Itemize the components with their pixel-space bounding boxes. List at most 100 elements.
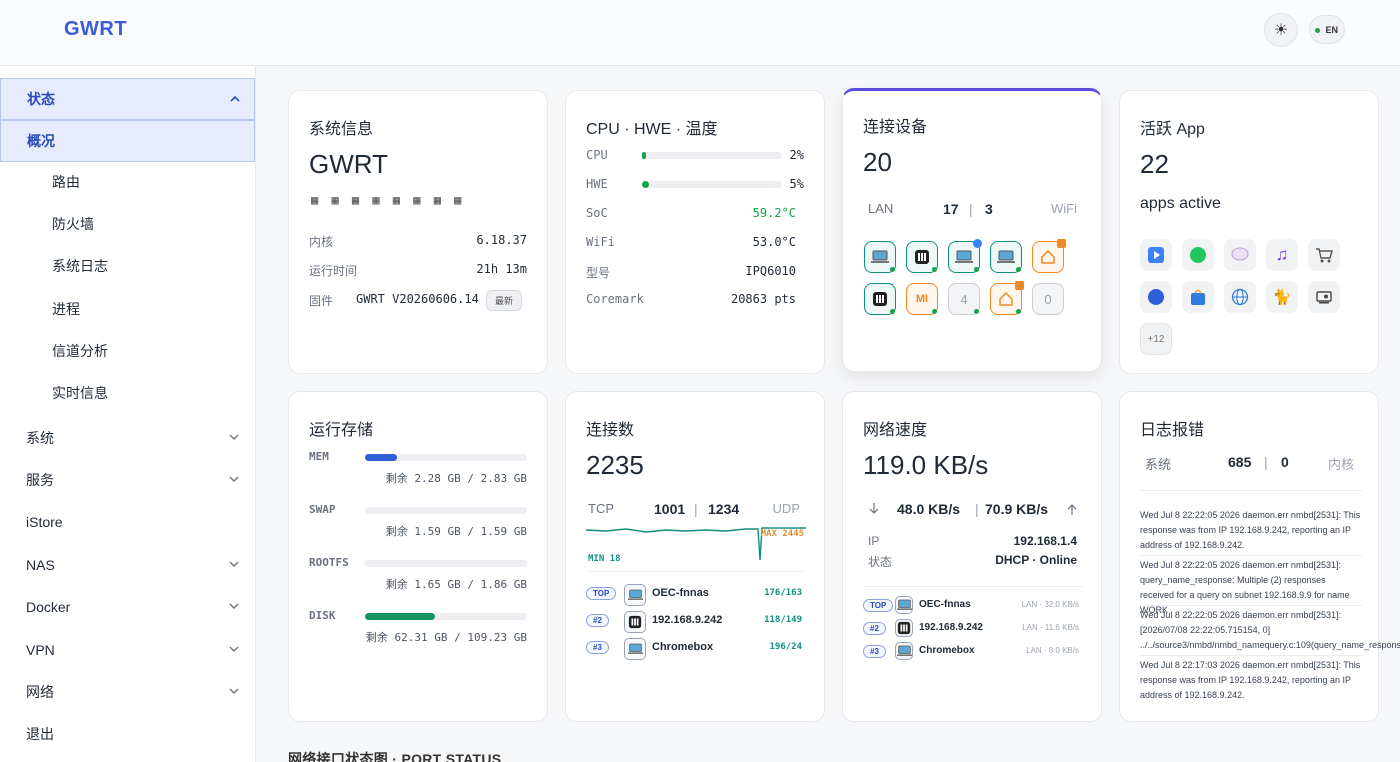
device-mi-icon[interactable]: MI xyxy=(906,283,938,315)
hostname-subtitle: ▦ ▦ ▦ ▦ ▦ ▦ ▦ ▦ xyxy=(311,193,465,207)
rank-badge: TOP xyxy=(586,587,617,600)
storage-bar-fill xyxy=(365,454,398,461)
device-num-icon[interactable]: 0 xyxy=(1032,283,1064,315)
computer-device-icon xyxy=(895,596,913,614)
theme-toggle-button[interactable]: ☀ xyxy=(1264,13,1298,47)
port-status-section-title: 网络接口状态图 · PORT STATUS xyxy=(288,751,502,762)
router-device-icon xyxy=(895,619,913,637)
ip-row: IP 192.168.1.4 xyxy=(868,534,1077,548)
app-count: 22 xyxy=(1140,149,1169,179)
device-router-icon[interactable] xyxy=(906,241,938,273)
projector-icon[interactable] xyxy=(1308,281,1340,313)
coremark-row: Coremark 20863 pts xyxy=(586,292,796,306)
chevron-down-icon xyxy=(229,476,239,482)
network-speed-card: 网络速度 119.0 KB/s 48.0 KB/s | 70.9 KB/s IP… xyxy=(842,391,1102,722)
storage-remaining-text: 剩余 2.28 GB / 2.83 GB xyxy=(385,472,527,485)
sidebar-item-network[interactable]: 网络 xyxy=(0,671,255,713)
globe-icon[interactable] xyxy=(1224,281,1256,313)
device-count: 20 xyxy=(863,147,892,177)
device-pc-icon[interactable] xyxy=(990,241,1022,273)
rank-badge: TOP xyxy=(863,599,894,612)
sidebar-item-istore[interactable]: iStore xyxy=(0,501,255,543)
chevron-down-icon xyxy=(229,646,239,652)
device-num-icon[interactable]: 4 xyxy=(948,283,980,315)
device-name[interactable]: 192.168.9.242 xyxy=(652,614,722,626)
connection-count: 2235 xyxy=(586,450,644,480)
computer-device-icon xyxy=(624,638,646,660)
video-player-icon[interactable] xyxy=(1140,239,1172,271)
chevron-up-icon xyxy=(230,95,240,102)
sidebar-item-status[interactable]: 状态 xyxy=(0,78,255,120)
status-dot xyxy=(1315,28,1320,33)
device-name[interactable]: 192.168.9.242 xyxy=(919,622,983,633)
storage-remaining-text: 剩余 1.59 GB / 1.59 GB xyxy=(385,525,527,538)
card-title: 连接设备 xyxy=(863,119,928,136)
card-title: 网络速度 xyxy=(863,422,928,439)
device-name[interactable]: OEC-fnnas xyxy=(652,587,709,599)
sidebar-item-vpn[interactable]: VPN xyxy=(0,629,255,671)
chevron-down-icon xyxy=(229,561,239,567)
more-apps-button[interactable]: +12 xyxy=(1140,323,1172,355)
device-home-icon[interactable] xyxy=(1032,239,1066,273)
shopping-bag-icon[interactable] xyxy=(1182,281,1214,313)
storage-remaining-text: 剩余 62.31 GB / 109.23 GB xyxy=(365,631,527,644)
storage-bar xyxy=(365,613,527,620)
firmware-latest-badge: 最新 xyxy=(486,290,523,311)
card-title: 系统信息 xyxy=(309,121,374,138)
sidebar-item-routes[interactable]: 路由 xyxy=(0,161,255,203)
sidebar-item-firewall[interactable]: 防火墙 xyxy=(0,203,255,245)
language-toggle-button[interactable]: EN xyxy=(1309,15,1345,44)
rank-badge: #2 xyxy=(586,614,609,627)
device-value: LAN · 11.6 KB/s xyxy=(1022,623,1079,632)
sidebar-item-services[interactable]: 服务 xyxy=(0,459,255,501)
card-title: CPU · HWE · 温度 xyxy=(586,121,718,138)
chat-bubble-icon[interactable] xyxy=(1224,239,1256,271)
error-logs-card: 日志报错 系统 685 | 0 内核 Wed Jul 8 22:22:05 20… xyxy=(1119,391,1400,722)
device-home-icon[interactable] xyxy=(990,281,1024,315)
device-pc-icon[interactable] xyxy=(864,241,896,273)
apps-active-label: apps active xyxy=(1140,195,1221,212)
device-pc-wifi-icon[interactable] xyxy=(948,239,982,273)
sidebar-item-docker[interactable]: Docker xyxy=(0,586,255,628)
card-title: 连接数 xyxy=(586,422,635,439)
rank-badge: #3 xyxy=(586,641,609,654)
connected-devices-card[interactable]: 连接设备 20 LAN 17 | 3 WiFi MI 4 0 xyxy=(842,88,1102,372)
wifi-temp-row: WiFi 53.0°C xyxy=(586,235,796,249)
music-note-icon[interactable]: ♫ xyxy=(1266,239,1298,271)
connections-card: 连接数 2235 TCP 1001 | 1234 UDP MAX 2445 MI… xyxy=(565,391,825,722)
device-name[interactable]: Chromebox xyxy=(652,641,713,653)
storage-label-mem: MEM xyxy=(309,450,329,463)
sidebar-item-nas[interactable]: NAS xyxy=(0,544,255,586)
device-value: 176/163 xyxy=(764,588,802,598)
sidebar-item-channel-analysis[interactable]: 信道分析 xyxy=(0,330,255,372)
arrow-up-icon xyxy=(1067,504,1077,515)
log-entry: Wed Jul 8 22:22:05 2026 daemon.err nmbd[… xyxy=(1140,610,1400,650)
device-name[interactable]: Chromebox xyxy=(919,645,975,656)
card-title: 活跃 App xyxy=(1140,121,1205,138)
active-apps-card: 活跃 App 22 apps active ♫ 🐈 +12 xyxy=(1119,90,1379,374)
hostname: GWRT xyxy=(309,149,388,179)
min-label: MIN 18 xyxy=(588,554,621,564)
device-value: 196/24 xyxy=(769,642,802,652)
sidebar-item-processes[interactable]: 进程 xyxy=(0,288,255,330)
hwe-bar-fill xyxy=(642,181,649,188)
sidebar-item-realtime[interactable]: 实时信息 xyxy=(0,372,255,414)
hwe-bar xyxy=(642,181,782,188)
state-row: 状态 DHCP · Online xyxy=(868,553,1077,569)
device-name[interactable]: OEC-fnnas xyxy=(919,599,971,610)
brand-logo[interactable]: GWRT xyxy=(64,18,127,41)
cat-icon[interactable]: 🐈 xyxy=(1266,281,1298,313)
sidebar-item-overview[interactable]: 概况 xyxy=(0,120,255,162)
sidebar-item-system[interactable]: 系统 xyxy=(0,417,255,459)
uptime-row: 运行时间 21h 13m xyxy=(309,262,527,278)
green-circle-icon[interactable] xyxy=(1182,239,1214,271)
rank-badge: #3 xyxy=(863,645,886,658)
device-router-icon[interactable] xyxy=(864,283,896,315)
shopping-cart-icon[interactable] xyxy=(1308,239,1340,271)
blue-ball-icon[interactable] xyxy=(1140,281,1172,313)
sidebar-item-logout[interactable]: 退出 xyxy=(0,713,255,755)
storage-remaining-text: 剩余 1.65 GB / 1.86 GB xyxy=(385,578,527,591)
total-speed: 119.0 KB/s xyxy=(863,450,989,480)
sidebar-item-syslog[interactable]: 系统日志 xyxy=(0,245,255,287)
cpu-row: CPU 2% xyxy=(586,148,804,162)
